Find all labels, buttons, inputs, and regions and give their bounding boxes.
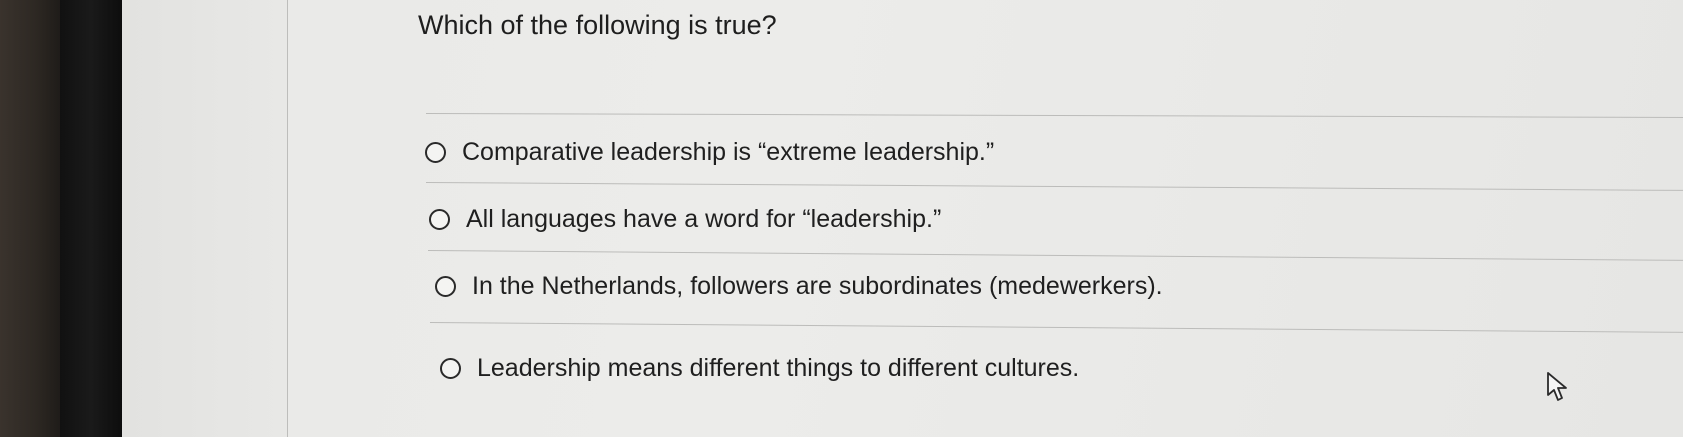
divider [425,113,1683,118]
option-1[interactable]: Comparative leadership is “extreme leade… [425,138,994,167]
radio-unselected-icon[interactable] [429,209,450,230]
monitor-bezel [60,0,122,437]
question-text: Which of the following is true? [418,10,777,40]
radio-unselected-icon[interactable] [440,358,461,379]
option-label: In the Netherlands, followers are subord… [472,272,1163,300]
divider [427,250,1683,261]
screen: Which of the following is true? Comparat… [122,0,1683,437]
radio-unselected-icon[interactable] [435,276,456,297]
option-label: All languages have a word for “leadershi… [466,205,942,233]
pointer-cursor-icon [1547,372,1567,401]
divider [425,182,1683,191]
option-label: Leadership means different things to dif… [477,354,1080,382]
left-sidebar-panel [122,0,288,437]
monitor-frame-outer [0,0,60,437]
divider [429,322,1683,333]
option-4[interactable]: Leadership means different things to dif… [440,354,1079,383]
option-3[interactable]: In the Netherlands, followers are subord… [435,272,1163,301]
option-2[interactable]: All languages have a word for “leadershi… [429,205,941,234]
question-panel: Which of the following is true? Comparat… [288,0,1683,437]
radio-unselected-icon[interactable] [425,142,446,163]
option-label: Comparative leadership is “extreme leade… [462,138,995,166]
